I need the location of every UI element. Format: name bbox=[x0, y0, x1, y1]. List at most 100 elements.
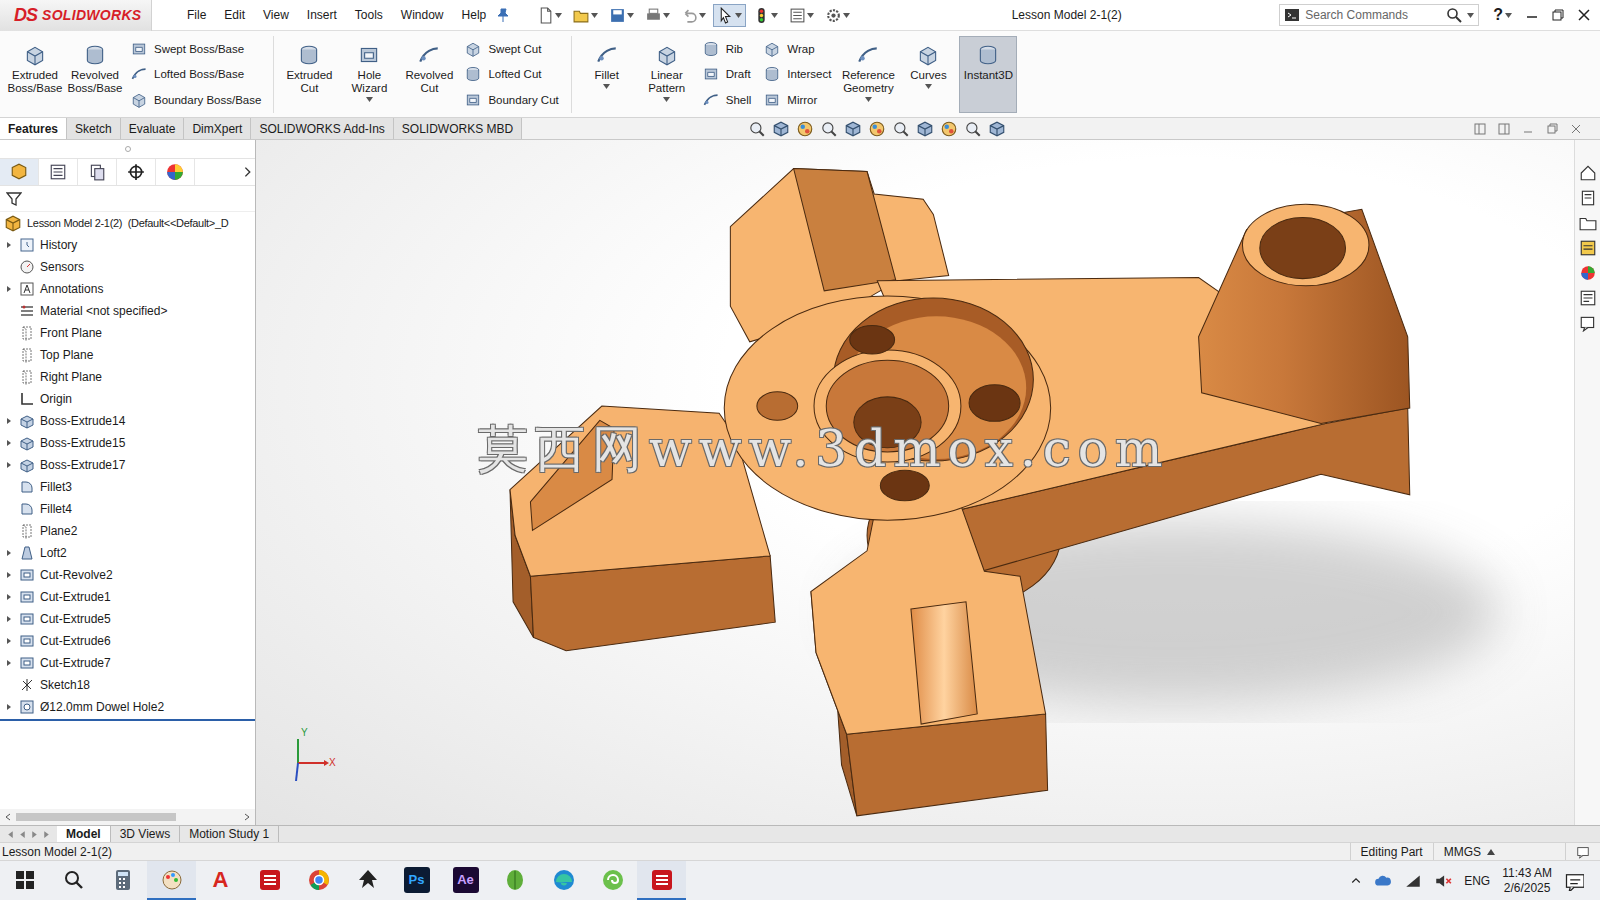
tree-root[interactable]: Lesson Model 2-1(2) (Default<<Default>_D bbox=[0, 212, 255, 234]
configuration-manager-tab[interactable] bbox=[78, 159, 117, 185]
expander[interactable] bbox=[4, 549, 14, 557]
command-tab[interactable]: DimXpert bbox=[184, 118, 251, 139]
caret-icon[interactable] bbox=[591, 13, 598, 18]
expand-arrow-icon[interactable] bbox=[5, 439, 13, 447]
dynamic-annotation-icon[interactable] bbox=[844, 120, 862, 138]
tree-item[interactable]: Boss-Extrude17 bbox=[0, 454, 255, 476]
horizontal-scrollbar[interactable] bbox=[0, 809, 255, 825]
expand-arrow-icon[interactable] bbox=[5, 241, 13, 249]
close-icon[interactable] bbox=[1578, 9, 1590, 21]
ribbon-small-button[interactable]: Mirror bbox=[763, 89, 831, 111]
feature-tree-icon[interactable] bbox=[10, 163, 28, 181]
tree-item[interactable]: Fillet4 bbox=[0, 498, 255, 520]
display-style-icon[interactable] bbox=[892, 120, 910, 138]
panel-grip[interactable] bbox=[0, 140, 255, 158]
tree-filter[interactable] bbox=[0, 186, 255, 212]
quick-access-button[interactable] bbox=[713, 4, 746, 27]
expander[interactable] bbox=[4, 417, 14, 425]
expander[interactable] bbox=[4, 571, 14, 579]
dropdown-icon[interactable] bbox=[366, 97, 373, 102]
first-tab-icon[interactable] bbox=[6, 830, 15, 839]
quick-access-button[interactable] bbox=[533, 4, 566, 27]
file-explorer-icon[interactable] bbox=[1579, 239, 1597, 257]
restore-icon[interactable] bbox=[1546, 123, 1558, 135]
menu-item[interactable]: Window bbox=[392, 5, 453, 25]
split-right-icon[interactable] bbox=[1498, 123, 1510, 135]
caret-icon[interactable] bbox=[555, 13, 562, 18]
configuration-icon[interactable] bbox=[88, 163, 106, 181]
menu-item[interactable]: File bbox=[178, 5, 215, 25]
section-view-icon[interactable] bbox=[820, 120, 838, 138]
graphics-area[interactable]: 莫西网www.3dmox.comXY bbox=[256, 140, 1574, 825]
zoom-fit-icon[interactable] bbox=[748, 120, 766, 138]
caret-icon[interactable] bbox=[735, 13, 742, 18]
dropdown-icon[interactable] bbox=[603, 84, 610, 89]
ribbon-button[interactable]: Extruded Cut bbox=[280, 36, 338, 113]
taskbar-app[interactable] bbox=[147, 861, 196, 900]
expand-arrow-icon[interactable] bbox=[5, 417, 13, 425]
ribbon-button[interactable]: Revolved Cut bbox=[400, 36, 458, 113]
chevron-right-icon[interactable] bbox=[241, 165, 255, 179]
quick-access-button[interactable] bbox=[569, 4, 602, 27]
expander[interactable] bbox=[4, 659, 14, 667]
dropdown-icon[interactable] bbox=[865, 97, 872, 102]
previous-view-icon[interactable] bbox=[796, 120, 814, 138]
home-icon[interactable] bbox=[1579, 164, 1597, 182]
ribbon-button[interactable]: Instant3D bbox=[959, 36, 1017, 113]
ribbon-button[interactable]: Hole Wizard bbox=[340, 36, 398, 113]
expander[interactable] bbox=[4, 593, 14, 601]
display-manager-tab[interactable] bbox=[156, 159, 195, 185]
scroll-left-icon[interactable] bbox=[4, 813, 12, 821]
quick-access-button[interactable] bbox=[785, 4, 818, 27]
quick-access-button[interactable] bbox=[821, 4, 854, 27]
edit-appearance-icon[interactable] bbox=[940, 120, 958, 138]
taskbar-app[interactable]: A bbox=[196, 861, 245, 900]
view-settings-icon[interactable] bbox=[988, 120, 1006, 138]
tree-item[interactable]: Sensors bbox=[0, 256, 255, 278]
tree-item[interactable]: Cut-Extrude1 bbox=[0, 586, 255, 608]
tree-item[interactable]: Cut-Revolve2 bbox=[0, 564, 255, 586]
search-field[interactable]: Search Commands bbox=[1279, 4, 1479, 26]
taskbar-app[interactable] bbox=[49, 861, 98, 900]
taskbar-app[interactable]: Ps bbox=[392, 861, 441, 900]
dropdown-icon[interactable] bbox=[663, 97, 670, 102]
command-tab[interactable]: Features bbox=[0, 118, 67, 139]
tree-item[interactable]: Material <not specified> bbox=[0, 300, 255, 322]
tree-item[interactable]: Cut-Extrude7 bbox=[0, 652, 255, 674]
caret-icon[interactable] bbox=[1505, 13, 1512, 18]
quick-access-button[interactable] bbox=[605, 4, 638, 27]
status-tools[interactable] bbox=[1565, 843, 1600, 860]
menu-item[interactable]: Edit bbox=[215, 5, 254, 25]
zoom-area-icon[interactable] bbox=[772, 120, 790, 138]
ribbon-small-button[interactable]: Wrap bbox=[763, 38, 831, 60]
command-tab[interactable]: SOLIDWORKS MBD bbox=[394, 118, 522, 139]
ribbon-small-button[interactable]: Draft bbox=[702, 63, 752, 85]
taskbar-app[interactable] bbox=[0, 861, 49, 900]
previous-tab-icon[interactable] bbox=[18, 830, 27, 839]
model-tab[interactable]: Model bbox=[57, 826, 111, 842]
expand-arrow-icon[interactable] bbox=[5, 615, 13, 623]
ribbon-button[interactable]: Linear Pattern bbox=[638, 36, 696, 113]
ribbon-small-button[interactable]: Boundary Cut bbox=[464, 89, 558, 111]
quick-access-button[interactable] bbox=[641, 4, 674, 27]
menu-item[interactable]: View bbox=[254, 5, 298, 25]
scroll-thumb[interactable] bbox=[16, 813, 176, 821]
view-orientation-icon[interactable] bbox=[868, 120, 886, 138]
expand-arrow-icon[interactable] bbox=[5, 637, 13, 645]
ribbon-button[interactable]: Reference Geometry bbox=[839, 36, 897, 113]
ribbon-small-button[interactable]: Intersect bbox=[763, 63, 831, 85]
color-wheel-icon[interactable] bbox=[166, 163, 184, 181]
taskbar-app[interactable] bbox=[539, 861, 588, 900]
taskbar-app[interactable]: Ae bbox=[441, 861, 490, 900]
ribbon-small-button[interactable]: Lofted Cut bbox=[464, 63, 558, 85]
tree-item[interactable]: Plane2 bbox=[0, 520, 255, 542]
taskbar-app[interactable] bbox=[343, 861, 392, 900]
tree-item[interactable]: Ø12.0mm Dowel Hole2 bbox=[0, 696, 255, 718]
ribbon-small-button[interactable]: Swept Boss/Base bbox=[130, 38, 261, 60]
expand-arrow-icon[interactable] bbox=[5, 285, 13, 293]
expand-arrow-icon[interactable] bbox=[5, 659, 13, 667]
grip-icon[interactable] bbox=[124, 145, 132, 153]
pin-icon[interactable] bbox=[495, 7, 511, 23]
menu-item[interactable]: Help bbox=[453, 5, 496, 25]
expander[interactable] bbox=[4, 285, 14, 293]
